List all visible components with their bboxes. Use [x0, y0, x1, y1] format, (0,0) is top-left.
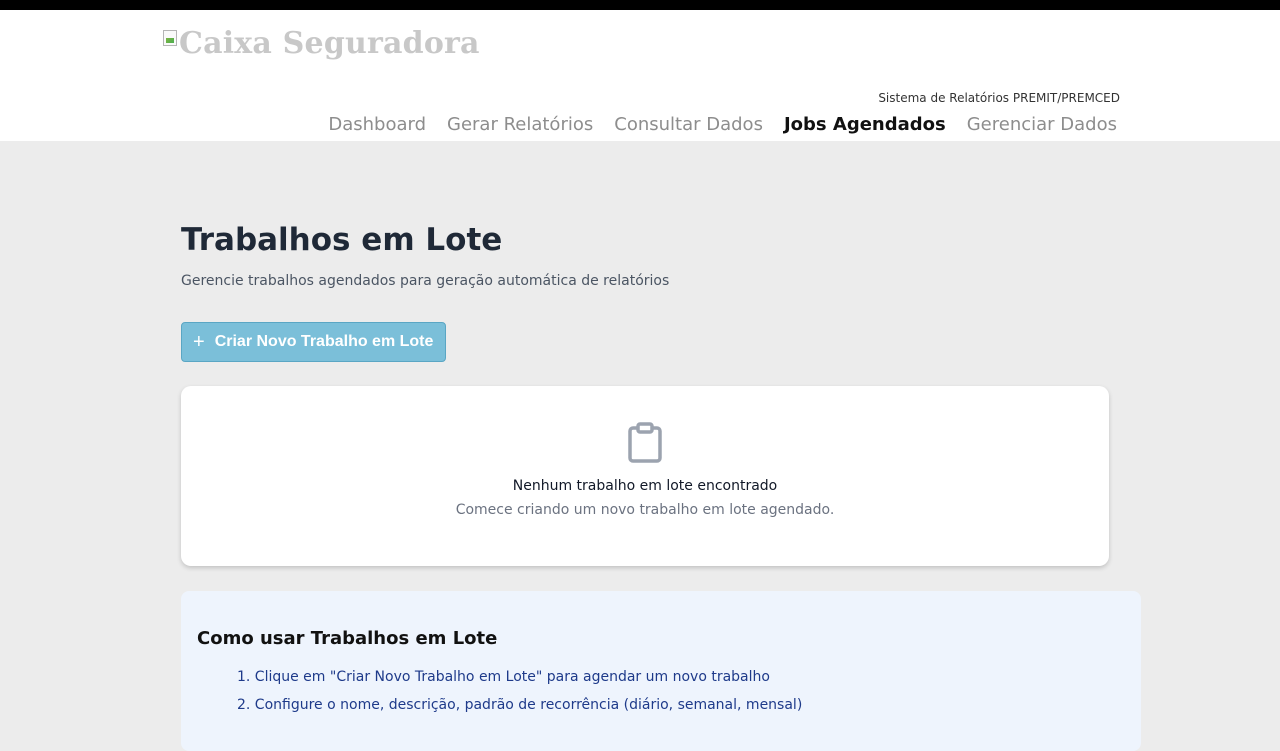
broken-image-icon [163, 30, 177, 46]
nav-gerar-relatorios[interactable]: Gerar Relatórios [447, 114, 593, 135]
nav-dashboard[interactable]: Dashboard [328, 114, 426, 135]
create-batch-job-button[interactable]: + Criar Novo Trabalho em Lote [181, 322, 446, 362]
help-step: 2. Configure o nome, descrição, padrão d… [237, 697, 803, 713]
nav-gerenciar-dados[interactable]: Gerenciar Dados [967, 114, 1117, 135]
clipboard-icon [628, 422, 662, 463]
logo-alt-text: Caixa Seguradora [179, 26, 480, 61]
empty-state-card: Nenhum trabalho em lote encontrado Comec… [181, 386, 1109, 566]
nav-jobs-agendados[interactable]: Jobs Agendados [784, 114, 946, 135]
logo[interactable]: Caixa Seguradora [163, 26, 480, 61]
top-black-bar [0, 0, 1280, 10]
empty-state-title: Nenhum trabalho em lote encontrado [512, 478, 778, 494]
main-nav: Dashboard Gerar Relatórios Consultar Dad… [328, 114, 1117, 135]
help-step: 1. Clique em "Criar Novo Trabalho em Lot… [237, 669, 770, 685]
help-steps: 1. Clique em "Criar Novo Trabalho em Lot… [237, 667, 802, 723]
empty-state-subtitle: Comece criando um novo trabalho em lote … [455, 502, 835, 518]
site-header: Caixa Seguradora Sistema de Relatórios P… [0, 10, 1280, 141]
plus-icon: + [193, 331, 205, 353]
system-name: Sistema de Relatórios PREMIT/PREMCED [878, 91, 1120, 105]
help-title: Como usar Trabalhos em Lote [197, 628, 498, 649]
page-description: Gerencie trabalhos agendados para geraçã… [181, 273, 670, 289]
help-box: Como usar Trabalhos em Lote 1. Clique em… [181, 591, 1141, 751]
create-button-label: Criar Novo Trabalho em Lote [214, 333, 434, 350]
nav-consultar-dados[interactable]: Consultar Dados [614, 114, 763, 135]
page-title: Trabalhos em Lote [181, 222, 503, 258]
